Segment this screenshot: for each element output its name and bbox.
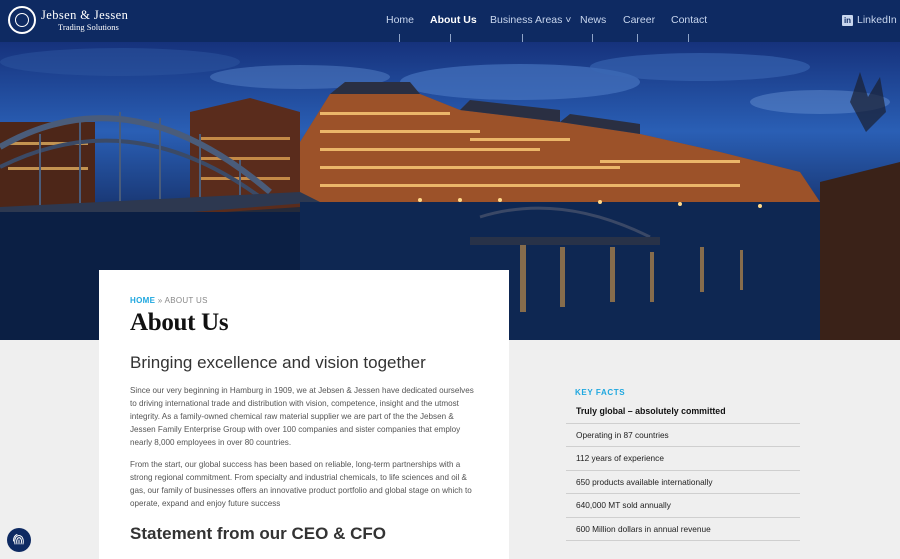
fingerprint-icon (13, 534, 24, 545)
key-facts-panel: KEY FACTS Truly global – absolutely comm… (566, 388, 800, 541)
company-crest-icon (8, 6, 36, 34)
key-facts-label: KEY FACTS (575, 388, 626, 397)
nav-item-business-areas[interactable]: Business Areas ˅ (490, 14, 571, 26)
intro-paragraph: Since our very beginning in Hamburg in 1… (130, 386, 474, 447)
top-navigation-bar: Jebsen & Jessen Trading Solutions Home A… (0, 0, 900, 42)
linkedin-label: LinkedIn (857, 14, 897, 26)
ceo-cfo-statement-heading: Statement from our CEO & CFO (130, 524, 386, 543)
content-card: HOME » ABOUT US About Us Bringing excell… (99, 270, 509, 559)
nav-item-home[interactable]: Home (386, 14, 414, 26)
breadcrumb-current: ABOUT US (164, 296, 208, 305)
linkedin-icon: in (842, 14, 853, 26)
breadcrumb-home-link[interactable]: HOME (130, 296, 155, 305)
brand-tagline: Trading Solutions (58, 22, 119, 32)
key-fact-item: 640,000 MT sold annually (566, 494, 800, 518)
linkedin-link[interactable]: in LinkedIn (842, 14, 897, 26)
privacy-settings-button[interactable] (7, 528, 31, 552)
lead-heading: Bringing excellence and vision together (130, 353, 426, 372)
nav-divider (688, 34, 689, 42)
nav-divider (637, 34, 638, 42)
brand-name: Jebsen & Jessen (41, 7, 129, 22)
key-fact-item: 600 Million dollars in annual revenue (566, 518, 800, 541)
page-title: About Us (130, 309, 229, 336)
nav-divider (592, 34, 593, 42)
nav-divider (399, 34, 400, 42)
nav-item-career[interactable]: Career (623, 14, 655, 26)
key-fact-item: 650 products available internationally (566, 471, 800, 494)
nav-item-about-us[interactable]: About Us (430, 14, 477, 26)
key-fact-item: 112 years of experience (566, 447, 800, 471)
breadcrumb-separator: » (155, 296, 165, 305)
key-fact-item: Operating in 87 countries (566, 424, 800, 447)
nav-divider (522, 34, 523, 42)
partnership-paragraph: From the start, our global success has b… (130, 460, 472, 508)
brand-logo[interactable]: Jebsen & Jessen Trading Solutions (8, 6, 128, 34)
nav-item-news[interactable]: News (580, 14, 606, 26)
breadcrumb: HOME » ABOUT US (130, 296, 478, 305)
key-facts-headline: Truly global – absolutely committed (566, 400, 800, 424)
nav-item-contact[interactable]: Contact (671, 14, 707, 26)
nav-divider (450, 34, 451, 42)
